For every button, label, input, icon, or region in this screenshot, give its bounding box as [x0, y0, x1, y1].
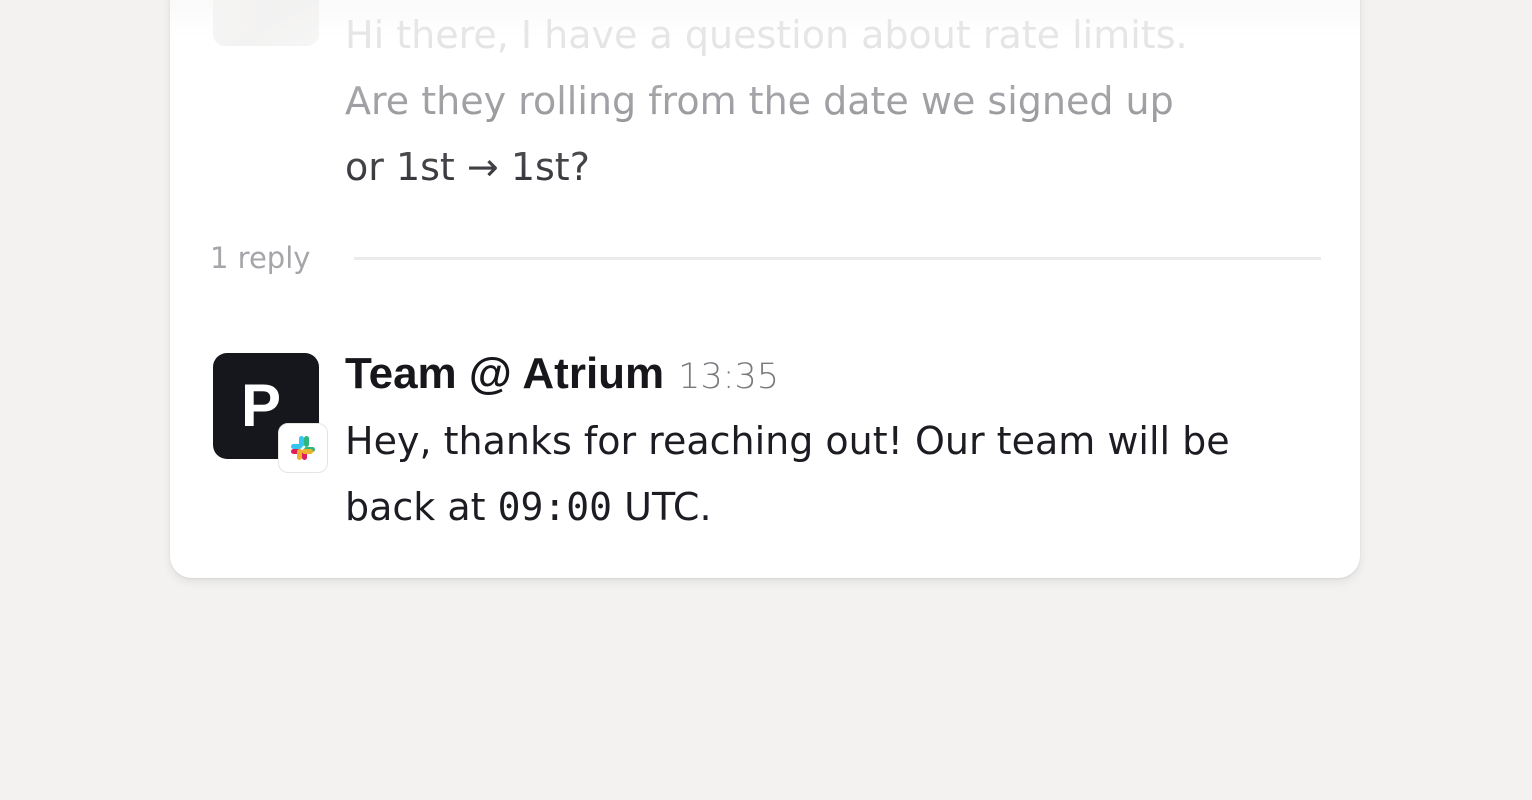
slack-icon — [278, 423, 328, 473]
divider — [354, 257, 1321, 260]
original-message: Hi there, I have a question about rate l… — [345, 2, 1325, 200]
reply-text-end: UTC. — [612, 485, 712, 529]
reply-divider-row: 1 reply — [210, 238, 1321, 278]
reply-header: Team @ Atrium 13:35 — [345, 344, 779, 404]
original-message-line-2: Are they rolling from the date we signed… — [345, 79, 1174, 123]
slack-logo-icon — [291, 436, 315, 460]
original-message-line-1: Hi there, I have a question about rate l… — [345, 13, 1188, 57]
reply-timestamp[interactable]: 13:35 — [678, 357, 779, 397]
reply-message: Hey, thanks for reaching out! Our team w… — [345, 408, 1325, 540]
reply-count[interactable]: 1 reply — [210, 238, 310, 278]
user-avatar[interactable] — [213, 0, 319, 46]
reply-author[interactable]: Team @ Atrium — [345, 349, 664, 398]
avatar-letter: P — [241, 372, 282, 439]
reply-text-start: Hey, thanks for reaching out! Our team w… — [345, 419, 1230, 529]
thread-card: Hi there, I have a question about rate l… — [170, 0, 1360, 578]
original-message-line-3: or 1st → 1st? — [345, 145, 590, 189]
reply-inline-time: 09:00 — [497, 485, 613, 529]
